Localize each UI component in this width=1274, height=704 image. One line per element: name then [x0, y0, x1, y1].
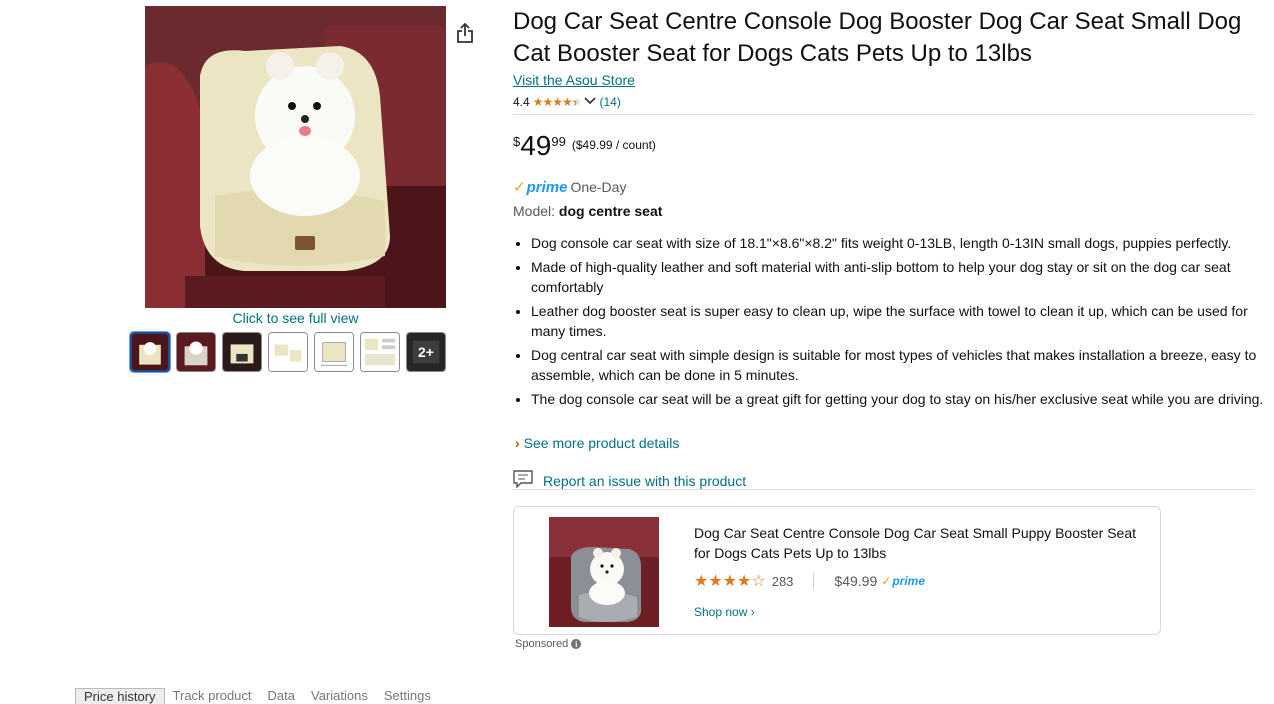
shop-now-link[interactable]: Shop now › [694, 605, 755, 619]
report-issue-label: Report an issue with this product [543, 472, 747, 489]
tab-price-history[interactable]: Price history [75, 688, 165, 704]
thumbnail-2[interactable] [176, 332, 216, 372]
thumbnail-3[interactable] [222, 332, 262, 372]
star-rating-icon[interactable]: ★★★★★★ [533, 95, 583, 109]
sponsored-ad-card[interactable]: Dog Car Seat Centre Console Dog Car Seat… [513, 506, 1161, 635]
tab-variations[interactable]: Variations [303, 688, 376, 704]
ad-prime-icon: ✓ prime [881, 574, 925, 588]
feature-bullet: Dog central car seat with simple design … [531, 345, 1274, 385]
price-symbol: $ [513, 134, 521, 149]
chevron-right-icon: › [515, 435, 520, 451]
main-product-image[interactable] [145, 6, 446, 308]
feature-bullet: Made of high-quality leather and soft ma… [531, 257, 1274, 297]
price-per-unit: ($49.99 / count) [571, 138, 656, 152]
divider [513, 114, 1254, 115]
thumbnail-4[interactable] [268, 332, 308, 372]
ad-meta-row: ★★★★ ☆ 283 $49.99 ✓ prime [694, 571, 925, 591]
divider [513, 489, 1254, 490]
bottom-tab-bar: Price history Track product Data Variati… [75, 688, 439, 704]
full-view-link[interactable]: Click to see full view [145, 310, 446, 326]
see-more-label: See more product details [523, 435, 680, 451]
prime-logo-icon: ✓ prime [513, 178, 568, 197]
thumbnail-1[interactable] [130, 332, 170, 372]
product-title: Dog Car Seat Centre Console Dog Booster … [513, 8, 1242, 67]
prime-delivery-row: ✓ prime One-Day [513, 178, 627, 197]
feedback-icon [513, 470, 533, 491]
model-label: Model: [513, 203, 556, 219]
ad-price: $49.99 [834, 573, 878, 589]
price: $ 49 99 ($49.99 / count) [513, 130, 656, 162]
tab-data[interactable]: Data [260, 688, 303, 704]
more-images-count: 2+ [407, 333, 445, 371]
feature-bullet: The dog console car seat will be a great… [531, 389, 1274, 409]
tab-track-product[interactable]: Track product [165, 688, 260, 704]
price-whole: 49 [520, 130, 552, 161]
sponsored-label[interactable]: Sponsored i [515, 638, 582, 650]
feature-bullet: Leather dog booster seat is super easy t… [531, 301, 1274, 341]
ad-review-count: 283 [771, 573, 794, 589]
share-icon[interactable] [454, 22, 476, 44]
rating-row: 4.4 ★★★★★★ (14) [513, 95, 621, 109]
feature-bullets: Dog console car seat with size of 18.1"×… [513, 233, 1274, 413]
sponsored-text: Sponsored [515, 638, 569, 650]
review-count-link[interactable]: (14) [599, 95, 620, 109]
thumbnail-5[interactable] [314, 332, 354, 372]
info-icon[interactable]: i [571, 639, 582, 649]
store-link[interactable]: Visit the Asou Store [513, 72, 635, 88]
thumbnail-6[interactable] [360, 332, 400, 372]
thumbnail-more[interactable]: 2+ [406, 332, 446, 372]
see-more-details-link[interactable]: › See more product details [515, 435, 679, 451]
separator [813, 573, 815, 589]
ad-title-link[interactable]: Dog Car Seat Centre Console Dog Car Seat… [694, 523, 1144, 563]
rating-value: 4.4 [513, 95, 530, 109]
feature-bullet: Dog console car seat with size of 18.1"×… [531, 233, 1274, 253]
ad-star-rating-icon[interactable]: ★★★★ ☆ [694, 571, 766, 591]
model-value: dog centre seat [558, 203, 663, 219]
report-issue-link[interactable]: Report an issue with this product [513, 470, 746, 491]
prime-delivery-label: One-Day [570, 179, 627, 195]
thumbnail-strip: 2+ [130, 332, 446, 372]
price-fraction: 99 [551, 134, 566, 149]
chevron-down-icon[interactable] [584, 95, 597, 109]
ad-product-image[interactable] [549, 517, 659, 627]
tab-settings[interactable]: Settings [376, 688, 439, 704]
model-row: Model: dog centre seat [513, 203, 662, 219]
